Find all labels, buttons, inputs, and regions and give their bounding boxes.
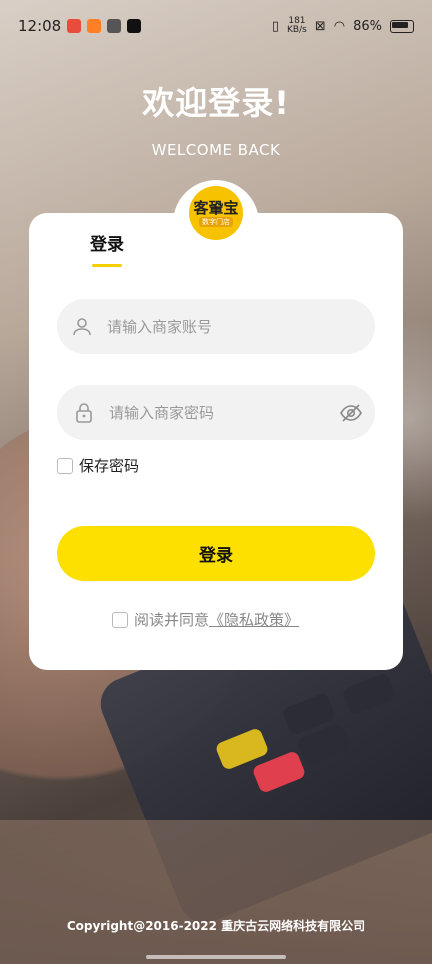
login-card [29,213,403,670]
status-bar: 12:08 ▯ 181 KB/s ⊠ ◠ 86% [0,0,432,52]
logo-text: 客䡗宝 [193,198,239,217]
password-placeholder: 请输入商家密码 [109,404,215,422]
save-password-label: 保存密码 [79,457,140,475]
notification-app-icon [67,19,82,33]
login-button[interactable]: 登录 [57,526,375,581]
password-field[interactable]: 请输入商家密码 [57,385,375,440]
page-title: 欢迎登录! [142,84,290,122]
agreement-prefix: 阅读并同意 [134,611,210,629]
user-icon [71,316,93,338]
agreement-checkbox[interactable] [112,611,128,628]
battery-icon [390,19,414,33]
sim-icon: ⊠ [314,18,326,34]
notification-app-icon [87,19,102,33]
eye-hidden-icon[interactable] [339,401,363,425]
status-time: 12:08 [18,17,62,35]
privacy-policy-link[interactable]: 《隐私政策》 [209,609,299,630]
tab-login[interactable]: 登录 [90,230,124,255]
account-field[interactable]: 请输入商家账号 [57,299,375,354]
wifi-icon: ◠ [333,18,346,34]
brand-logo: 客䡗宝 数字门店 [189,186,243,240]
home-indicator[interactable] [146,955,286,959]
vibrate-icon: ▯ [271,18,280,34]
notification-app-icon [107,19,122,33]
page-subtitle: WELCOME BACK [151,141,281,159]
save-password-option[interactable]: 保存密码 [57,455,139,476]
net-speed: 181 KB/s [287,16,307,35]
agreement-row[interactable]: 阅读并同意 《隐私政策》 [112,609,299,630]
tab-active-indicator [92,264,122,267]
account-placeholder: 请输入商家账号 [107,318,213,336]
lock-icon [73,402,95,424]
save-password-checkbox[interactable] [57,457,73,474]
copyright-text: Copyright@2016-2022 重庆古云网络科技有限公司 [66,919,366,933]
tiktok-icon [127,19,142,33]
logo-subtext: 数字门店 [199,216,233,227]
battery-percent: 86% [353,18,382,34]
